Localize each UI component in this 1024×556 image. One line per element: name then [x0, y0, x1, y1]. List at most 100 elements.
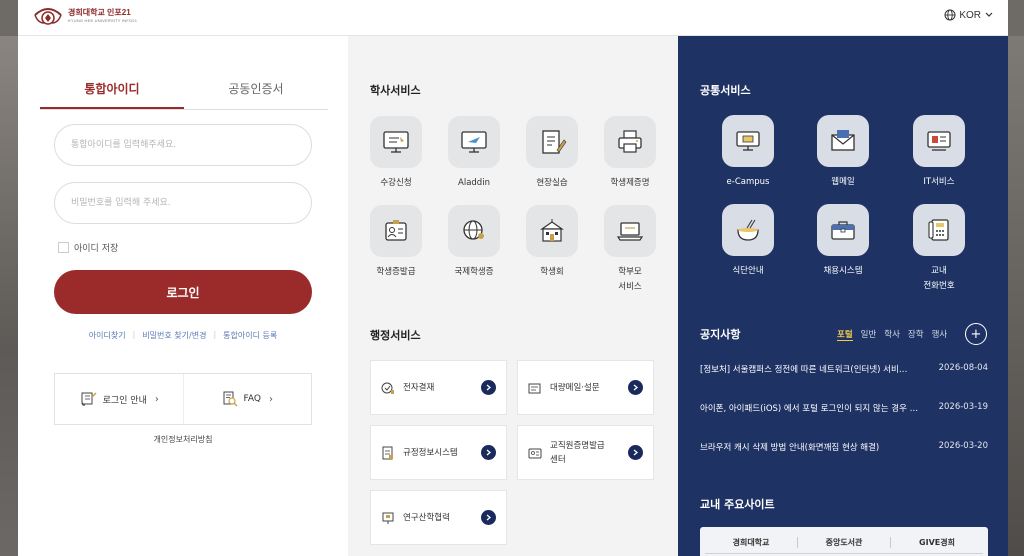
id-card-icon: [385, 220, 407, 241]
notice-title: 브라우저 캐시 삭제 방법 안내(화면깨짐 현상 해결): [700, 443, 880, 453]
link-separator: |: [132, 330, 136, 339]
printer-icon: [618, 130, 642, 153]
login-button[interactable]: 로그인: [54, 270, 312, 314]
help-box: 로그인 안내 › FAQ ›: [54, 373, 312, 425]
arrow-right-icon: [481, 380, 496, 395]
register-id-link[interactable]: 통합아이디 등록: [223, 330, 277, 341]
find-password-link[interactable]: 비밀번호 찾기/변경: [142, 330, 206, 341]
chevron-right-icon: ›: [268, 393, 273, 405]
site-link-give[interactable]: GIVE경희: [890, 537, 983, 548]
notices-title: 공지사항: [700, 328, 741, 341]
service-label: 식단안내: [732, 266, 764, 276]
service-staff-certificate[interactable]: 교직원증명발급 센터: [517, 425, 654, 480]
service-label: e-Campus: [726, 177, 770, 187]
service-research[interactable]: 연구산학협력: [370, 490, 507, 545]
service-it[interactable]: IT서비스: [904, 115, 974, 190]
service-student-id[interactable]: 학생증발급: [366, 205, 426, 280]
language-selector[interactable]: KOR: [944, 9, 996, 21]
save-id-label: 아이디 저장: [74, 244, 119, 254]
service-international-id[interactable]: 국제학생증: [444, 205, 504, 280]
save-id-checkbox[interactable]: 아이디 저장: [58, 241, 118, 254]
notice-tab-scholarship[interactable]: 장학: [908, 328, 924, 341]
tab-certificate[interactable]: 공동인증서: [184, 74, 328, 109]
notice-item[interactable]: 아이폰, 아이패드(iOS) 에서 포털 로그인이 되지 않는 경우 … 202…: [700, 402, 988, 414]
service-meal[interactable]: 식단안내: [713, 204, 783, 279]
services-panel: 학사서비스 수강신청 Aladdin 현장실습 학생제증명 학생증발급 국제학생…: [348, 36, 678, 556]
service-field-training[interactable]: 현장실습: [522, 116, 582, 191]
service-aladdin[interactable]: Aladdin: [444, 116, 504, 191]
service-label: 교직원증명발급 센터: [550, 440, 605, 465]
service-label: 웹메일: [831, 177, 855, 187]
login-tabs: 통합아이디 공동인증서: [40, 74, 328, 110]
tab-integrated-id[interactable]: 통합아이디: [40, 74, 184, 109]
common-services-title: 공통서비스: [700, 84, 751, 97]
faq-button[interactable]: FAQ ›: [182, 374, 312, 424]
service-e-approval[interactable]: 전자결재: [370, 360, 507, 415]
service-ecampus[interactable]: e-Campus: [713, 115, 783, 190]
login-guide-button[interactable]: 로그인 안내 ›: [55, 374, 183, 424]
academic-services-title: 학사서비스: [370, 84, 421, 97]
service-label: 수강신청: [380, 178, 412, 188]
service-label: 학생증발급: [376, 267, 416, 277]
arrow-right-icon: [481, 445, 496, 460]
notice-item[interactable]: [정보처] 서울캠퍼스 정전에 따른 네트워크(인터넷) 서비… 2026-08…: [700, 363, 988, 375]
phone-icon: [928, 219, 949, 241]
globe-person-icon: [463, 220, 484, 240]
common-panel: 공통서비스 e-Campus 웹메일 IT서비스 식단안내 채용시스템 교내 전…: [678, 36, 1008, 556]
approval-icon: [381, 382, 394, 394]
notice-more-button[interactable]: +: [965, 323, 987, 345]
service-phone-directory[interactable]: 교내 전화번호: [904, 204, 974, 294]
notice-date: 2026-08-04: [938, 363, 988, 373]
rules-document-icon: [382, 446, 393, 459]
service-label: 현장실습: [536, 178, 568, 188]
notice-item[interactable]: 브라우저 캐시 삭제 방법 안내(화면깨짐 현상 해결) 2026-03-20: [700, 441, 988, 453]
chevron-down-icon: [985, 12, 993, 17]
service-parents[interactable]: 학부모 서비스: [600, 205, 660, 295]
login-guide-label: 로그인 안내: [102, 395, 147, 406]
mail-survey-icon: [528, 383, 541, 393]
notice-date: 2026-03-19: [938, 402, 988, 412]
notice-tab-academic[interactable]: 학사: [884, 328, 900, 341]
notice-tab-general[interactable]: 일반: [861, 328, 877, 341]
globe-icon: [944, 9, 956, 21]
id-input[interactable]: [54, 124, 312, 166]
background-right: [1008, 36, 1024, 556]
notice-date: 2026-03-20: [938, 441, 988, 451]
notice-title: 아이폰, 아이패드(iOS) 에서 포털 로그인이 되지 않는 경우 …: [700, 404, 919, 414]
logo[interactable]: 경희대학교 인포21 KYUNG HEE UNIVERSITY INFO21: [32, 5, 137, 27]
service-course-registration[interactable]: 수강신청: [366, 116, 426, 191]
university-emblem-icon: [34, 8, 62, 25]
background-left: [0, 36, 18, 556]
password-input[interactable]: [54, 182, 312, 224]
checkbox-icon[interactable]: [58, 242, 69, 253]
service-student-council[interactable]: 학생회: [522, 205, 582, 280]
service-label: 채용시스템: [823, 266, 863, 276]
service-webmail[interactable]: 웹메일: [808, 115, 878, 190]
service-certificates[interactable]: 학생제증명: [600, 116, 660, 191]
sites-title: 교내 주요사이트: [700, 498, 775, 511]
link-separator: |: [213, 330, 217, 339]
staff-card-icon: [528, 448, 542, 458]
site-link-khu[interactable]: 경희대학교: [705, 537, 797, 548]
notice-title: [정보처] 서울캠퍼스 정전에 따른 네트워크(인터넷) 서비…: [700, 365, 908, 375]
service-recruitment[interactable]: 채용시스템: [808, 204, 878, 279]
privacy-policy-link[interactable]: 개인정보처리방침: [54, 434, 312, 445]
laptop-icon: [616, 222, 644, 241]
service-label: Aladdin: [458, 178, 490, 188]
faq-label: FAQ: [243, 394, 261, 404]
login-panel: 통합아이디 공동인증서 아이디 저장 로그인 아이디찾기 | 비밀번호 찾기/변…: [18, 36, 348, 556]
notice-tab-event[interactable]: 행사: [932, 328, 948, 341]
service-rules-system[interactable]: 규정정보시스템: [370, 425, 507, 480]
service-label: 학생회: [540, 267, 564, 277]
site-link-library[interactable]: 중앙도서관: [797, 537, 890, 548]
monitor-register-icon: [383, 131, 409, 153]
service-mass-mail[interactable]: 대량메일·설문: [517, 360, 654, 415]
arrow-right-icon: [628, 445, 643, 460]
service-label: 학부모 서비스: [618, 267, 642, 292]
chevron-right-icon: ›: [154, 393, 159, 405]
find-id-link[interactable]: 아이디찾기: [89, 330, 126, 341]
notice-tab-portal[interactable]: 포털: [837, 328, 853, 341]
arrow-right-icon: [481, 510, 496, 525]
service-label: 연구산학협력: [403, 512, 450, 523]
document-search-icon: [223, 391, 238, 407]
